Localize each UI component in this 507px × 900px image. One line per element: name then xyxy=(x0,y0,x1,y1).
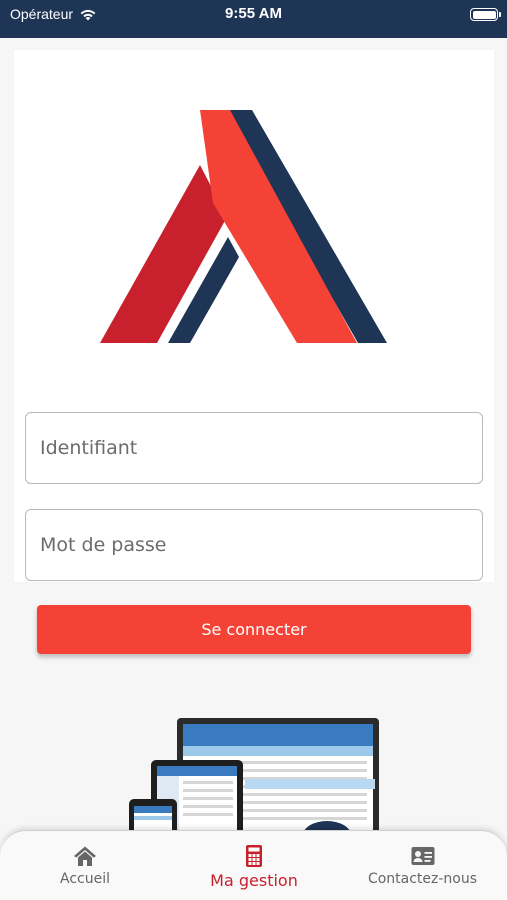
tab-bar: Accueil Ma gestion Contactez-nous xyxy=(0,830,507,900)
tab-ma-gestion-label: Ma gestion xyxy=(210,871,298,890)
tab-contactez-nous-label: Contactez-nous xyxy=(367,871,478,887)
login-button[interactable]: Se connecter xyxy=(37,605,471,654)
password-field[interactable] xyxy=(25,509,483,581)
tab-accueil-label: Accueil xyxy=(60,871,110,887)
tab-ma-gestion[interactable]: Ma gestion xyxy=(194,831,314,900)
calculator-icon xyxy=(246,845,262,867)
status-bar: Opérateur 9:55 AM xyxy=(0,0,507,38)
devices-illustration xyxy=(129,718,379,835)
username-field[interactable] xyxy=(25,412,483,484)
username-input[interactable] xyxy=(26,413,482,483)
tab-accueil[interactable]: Accueil xyxy=(25,831,145,900)
contact-card-icon xyxy=(411,847,434,865)
tab-contactez-nous[interactable]: Contactez-nous xyxy=(360,831,485,900)
home-icon xyxy=(74,846,96,866)
brand-logo xyxy=(100,110,387,343)
battery-icon xyxy=(470,8,501,21)
status-time: 9:55 AM xyxy=(225,5,282,22)
password-input[interactable] xyxy=(26,510,482,580)
